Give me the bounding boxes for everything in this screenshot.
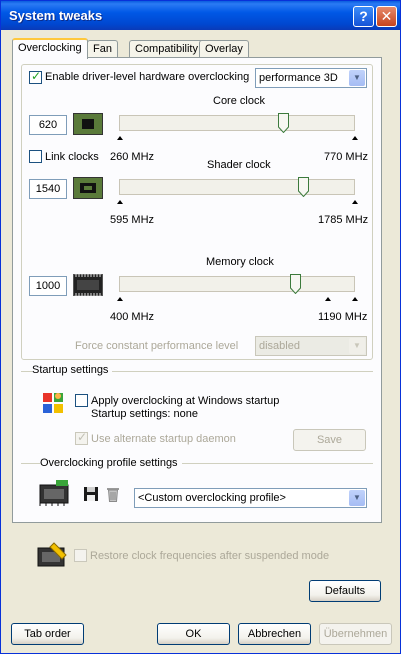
alternate-daemon-label: Use alternate startup daemon xyxy=(91,433,236,445)
startup-status: Startup settings: none xyxy=(91,408,199,420)
startup-runner-icon xyxy=(43,393,63,413)
profile-select[interactable]: <Custom overclocking profile> ▼ xyxy=(134,488,367,508)
gpu-core-icon xyxy=(73,113,103,135)
defaults-button[interactable]: Defaults xyxy=(309,580,381,602)
shader-clock-max: 1785 MHz xyxy=(318,214,369,226)
core-clock-title: Core clock xyxy=(213,95,265,107)
performance-mode-select[interactable]: performance 3D ▼ xyxy=(255,68,367,88)
enable-overclocking-checkbox[interactable] xyxy=(29,69,42,84)
memory-clock-title: Memory clock xyxy=(206,256,274,268)
delete-profile-icon[interactable] xyxy=(106,486,120,502)
apply-button[interactable]: Übernehmen xyxy=(319,623,392,645)
performance-mode-value: performance 3D xyxy=(259,72,338,84)
memory-clock-min: 400 MHz xyxy=(110,311,155,323)
enable-overclocking-label: Enable driver-level hardware overclockin… xyxy=(45,71,250,83)
apply-at-startup-checkbox[interactable] xyxy=(75,394,88,407)
close-icon: ✕ xyxy=(380,8,393,24)
core-clock-tick-max xyxy=(352,136,358,140)
link-clocks-checkbox[interactable] xyxy=(29,150,42,163)
force-perf-select[interactable]: disabled ▼ xyxy=(255,336,367,356)
alternate-daemon-checkbox[interactable] xyxy=(75,430,88,445)
memory-clock-max: 1190 MHz xyxy=(318,311,368,323)
help-icon: ? xyxy=(359,8,368,24)
startup-group-title: Startup settings xyxy=(32,364,113,376)
core-clock-thumb[interactable] xyxy=(277,113,289,133)
core-clock-tick-min xyxy=(117,136,123,140)
memory-clock-track xyxy=(119,276,355,292)
window-title: System tweaks xyxy=(9,8,103,23)
profile-group-title: Overclocking profile settings xyxy=(40,457,182,469)
memory-chip-icon xyxy=(73,274,103,296)
title-bar[interactable]: System tweaks ? ✕ xyxy=(1,1,400,30)
shader-clock-tick-max xyxy=(352,200,358,204)
profile-card-icon xyxy=(39,480,69,506)
ok-button[interactable]: OK xyxy=(157,623,230,645)
chevron-down-icon: ▼ xyxy=(349,490,365,506)
force-perf-label: Force constant performance level xyxy=(75,340,239,352)
shader-clock-track xyxy=(119,179,355,195)
shader-clock-thumb[interactable] xyxy=(297,177,309,197)
save-button[interactable]: Save xyxy=(293,429,366,451)
memory-clock-slider[interactable] xyxy=(109,272,367,301)
force-perf-value: disabled xyxy=(259,340,300,352)
chevron-down-icon: ▼ xyxy=(349,338,365,354)
system-tweaks-window: System tweaks ? ✕ Overclocking Fan Compa… xyxy=(0,0,401,654)
core-clock-value[interactable]: 620 xyxy=(29,115,67,135)
restore-clocks-label: Restore clock frequencies after suspende… xyxy=(90,550,330,562)
tab-order-button[interactable]: Tab order xyxy=(11,623,84,645)
gpu-shader-icon xyxy=(73,177,103,199)
shader-clock-title: Shader clock xyxy=(207,159,271,171)
apply-at-startup-label: Apply overclocking at Windows startup xyxy=(91,395,280,407)
core-clock-slider[interactable] xyxy=(109,111,367,140)
cancel-button[interactable]: Abbrechen xyxy=(238,623,311,645)
profile-select-value: <Custom overclocking profile> xyxy=(138,492,286,504)
core-clock-min: 260 MHz xyxy=(110,151,155,163)
core-clock-track xyxy=(119,115,355,131)
help-button[interactable]: ? xyxy=(353,6,374,27)
core-clock-max: 770 MHz xyxy=(324,151,369,163)
memory-clock-value[interactable]: 1000 xyxy=(29,276,67,296)
shader-clock-tick-min xyxy=(117,200,123,204)
memory-clock-tick-max xyxy=(352,297,358,301)
chevron-down-icon: ▼ xyxy=(349,70,365,86)
link-clocks-label: Link clocks xyxy=(45,151,99,163)
memory-clock-thumb[interactable] xyxy=(289,274,301,294)
shader-clock-value[interactable]: 1540 xyxy=(29,179,67,199)
memory-clock-tick-default xyxy=(325,297,331,301)
memory-clock-tick-min xyxy=(117,297,123,301)
overclocking-panel: Enable driver-level hardware overclockin… xyxy=(12,57,382,523)
shader-clock-slider[interactable] xyxy=(109,175,367,204)
restore-clocks-checkbox[interactable] xyxy=(74,549,87,562)
restore-card-icon xyxy=(37,542,67,567)
close-button[interactable]: ✕ xyxy=(376,6,397,27)
tab-overclocking[interactable]: Overclocking xyxy=(12,38,88,59)
save-profile-icon[interactable] xyxy=(83,486,99,502)
shader-clock-min: 595 MHz xyxy=(110,214,155,226)
